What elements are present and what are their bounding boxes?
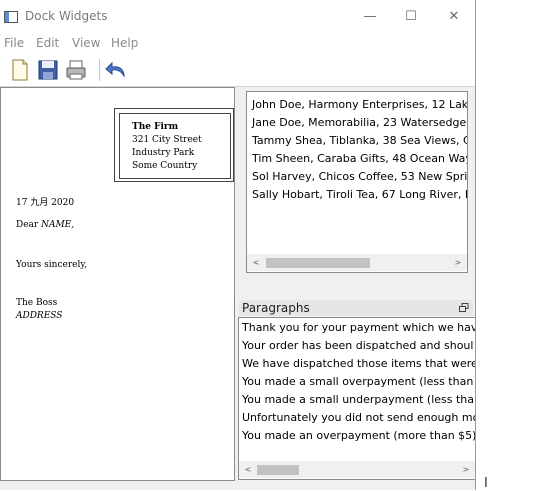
list-item[interactable]: Your order has been dispatched and shoul bbox=[242, 339, 473, 352]
list-item[interactable]: Jane Doe, Memorabilia, 23 Watersedge bbox=[252, 116, 466, 129]
paragraphs-list[interactable]: Thank you for your payment which we have… bbox=[238, 317, 475, 480]
list-item[interactable]: Unfortunately you did not send enough mo bbox=[242, 411, 475, 424]
main-window: Dock Widgets — ☐ ✕ File Edit View Help T… bbox=[0, 0, 476, 490]
paragraphs-dock-label: Paragraphs bbox=[242, 301, 310, 315]
letter-editor[interactable]: The Firm 321 City Street Industry Park S… bbox=[0, 87, 235, 481]
scroll-thumb[interactable] bbox=[266, 258, 370, 268]
app-icon bbox=[4, 11, 18, 23]
menu-edit[interactable]: Edit bbox=[36, 36, 59, 50]
menu-bar: File Edit View Help bbox=[0, 34, 475, 54]
list-item[interactable]: Tim Sheen, Caraba Gifts, 48 Ocean Way, bbox=[252, 152, 467, 165]
list-item[interactable]: Thank you for your payment which we have bbox=[242, 321, 475, 334]
customers-list[interactable]: John Doe, Harmony Enterprises, 12 Lake J… bbox=[246, 91, 468, 273]
paragraphs-dock-title[interactable]: Paragraphs bbox=[239, 300, 473, 316]
letter-signer-address: ADDRESS bbox=[16, 311, 63, 321]
list-item[interactable]: Sally Hobart, Tiroli Tea, 67 Long River,… bbox=[252, 188, 467, 201]
maximize-button[interactable]: ☐ bbox=[394, 5, 428, 29]
scroll-left-icon[interactable]: < bbox=[241, 461, 255, 478]
scroll-thumb[interactable] bbox=[257, 465, 299, 475]
scroll-right-icon[interactable]: > bbox=[459, 461, 473, 478]
text-cursor-icon: I bbox=[484, 476, 488, 491]
address-area: Industry Park bbox=[132, 148, 195, 158]
menu-help[interactable]: Help bbox=[111, 36, 138, 50]
new-document-icon[interactable] bbox=[8, 58, 32, 82]
address-street: 321 City Street bbox=[132, 135, 202, 145]
letter-date: 17 九月 2020 bbox=[16, 198, 75, 208]
float-dock-icon[interactable] bbox=[459, 302, 469, 312]
customers-hscrollbar[interactable]: < > bbox=[247, 254, 467, 271]
save-icon[interactable] bbox=[36, 58, 60, 82]
scroll-right-icon[interactable]: > bbox=[451, 254, 465, 271]
salutation-prefix: Dear bbox=[16, 220, 42, 230]
menu-view[interactable]: View bbox=[72, 36, 100, 50]
list-item[interactable]: Tammy Shea, Tiblanka, 38 Sea Views, Ca bbox=[252, 134, 467, 147]
scroll-left-icon[interactable]: < bbox=[249, 254, 263, 271]
paragraphs-hscrollbar[interactable]: < > bbox=[239, 461, 475, 478]
minimize-button[interactable]: — bbox=[353, 5, 387, 29]
toolbar bbox=[0, 54, 475, 87]
letter-signer: The Boss bbox=[16, 298, 58, 308]
title-bar[interactable]: Dock Widgets — ☐ ✕ bbox=[0, 0, 475, 34]
address-company: The Firm bbox=[132, 122, 179, 132]
list-item[interactable]: You made a small underpayment (less than bbox=[242, 393, 475, 406]
salutation-name: NAME, bbox=[41, 220, 75, 230]
list-item[interactable]: You made a small overpayment (less than … bbox=[242, 375, 475, 388]
list-item[interactable]: John Doe, Harmony Enterprises, 12 Lake bbox=[252, 98, 467, 111]
undo-icon[interactable] bbox=[104, 58, 128, 82]
print-icon[interactable] bbox=[64, 58, 88, 82]
list-item[interactable]: We have dispatched those items that were bbox=[242, 357, 475, 370]
list-item[interactable]: Sol Harvey, Chicos Coffee, 53 New Sprin bbox=[252, 170, 467, 183]
letter-salutation: Dear NAME, bbox=[16, 220, 74, 230]
window-title: Dock Widgets bbox=[25, 9, 108, 23]
toolbar-separator bbox=[99, 59, 100, 81]
menu-file[interactable]: File bbox=[4, 36, 24, 50]
close-button[interactable]: ✕ bbox=[437, 5, 471, 29]
address-country: Some Country bbox=[132, 161, 198, 171]
address-frame: The Firm 321 City Street Industry Park S… bbox=[114, 108, 234, 182]
letter-closing: Yours sincerely, bbox=[16, 260, 88, 270]
list-item[interactable]: You made an overpayment (more than $5). bbox=[242, 429, 475, 442]
